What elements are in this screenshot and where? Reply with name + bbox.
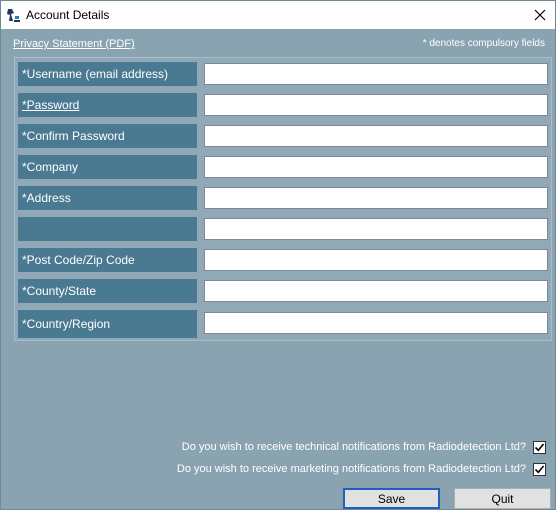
title-bar[interactable]: Account Details — [1, 1, 555, 29]
username-input[interactable] — [204, 63, 548, 85]
field-label — [18, 217, 197, 241]
field-label: *Company — [18, 155, 197, 179]
field-label: *County/State — [18, 279, 197, 303]
checkmark-icon — [534, 442, 545, 451]
county-input[interactable] — [204, 280, 548, 302]
form-row-company: *Company — [18, 155, 548, 179]
field-label: *Username (email address) — [18, 62, 197, 86]
technical-notifications-checkbox[interactable] — [533, 440, 546, 454]
account-details-window: Account Details Privacy Statement (PDF) … — [0, 0, 556, 510]
form-row-address: *Address — [18, 186, 548, 210]
confirm-password-input[interactable] — [204, 125, 548, 147]
form-row-country: *Country/Region — [18, 310, 548, 338]
app-icon — [5, 7, 21, 23]
address-line1-input[interactable] — [204, 187, 548, 209]
close-button[interactable] — [525, 1, 555, 29]
form-row-postcode: *Post Code/Zip Code — [18, 248, 548, 272]
company-input[interactable] — [204, 156, 548, 178]
form-row-username: *Username (email address) — [18, 62, 548, 86]
form-row-address-line2 — [18, 217, 548, 241]
field-label: *Post Code/Zip Code — [18, 248, 197, 272]
address-line2-input[interactable] — [204, 218, 548, 240]
form-row-county: *County/State — [18, 279, 548, 303]
form-row-confirm-password: *Confirm Password — [18, 124, 548, 148]
privacy-statement-link[interactable]: Privacy Statement (PDF) — [13, 38, 135, 50]
account-form: *Username (email address) *Password *Con… — [14, 57, 552, 341]
technical-notifications-option: Do you wish to receive technical notific… — [182, 439, 546, 455]
field-label: *Confirm Password — [18, 124, 197, 148]
field-label: *Address — [18, 186, 197, 210]
checkmark-icon — [534, 464, 545, 473]
password-input[interactable] — [204, 94, 548, 116]
marketing-notifications-option: Do you wish to receive marketing notific… — [177, 461, 546, 477]
window-title: Account Details — [26, 8, 110, 22]
marketing-notifications-label: Do you wish to receive marketing notific… — [176, 463, 526, 475]
country-input[interactable] — [204, 312, 548, 334]
quit-button[interactable]: Quit — [454, 488, 551, 509]
field-label: *Country/Region — [18, 310, 197, 338]
close-icon — [534, 9, 546, 21]
required-fields-note: * denotes compulsory fields — [422, 38, 545, 49]
password-label-link[interactable]: *Password — [18, 93, 197, 117]
save-button[interactable]: Save — [343, 488, 440, 509]
postcode-input[interactable] — [204, 249, 548, 271]
marketing-notifications-checkbox[interactable] — [533, 462, 546, 476]
field-label: *Password — [22, 98, 80, 112]
form-row-password: *Password — [18, 93, 548, 117]
technical-notifications-label: Do you wish to receive technical notific… — [181, 441, 526, 453]
